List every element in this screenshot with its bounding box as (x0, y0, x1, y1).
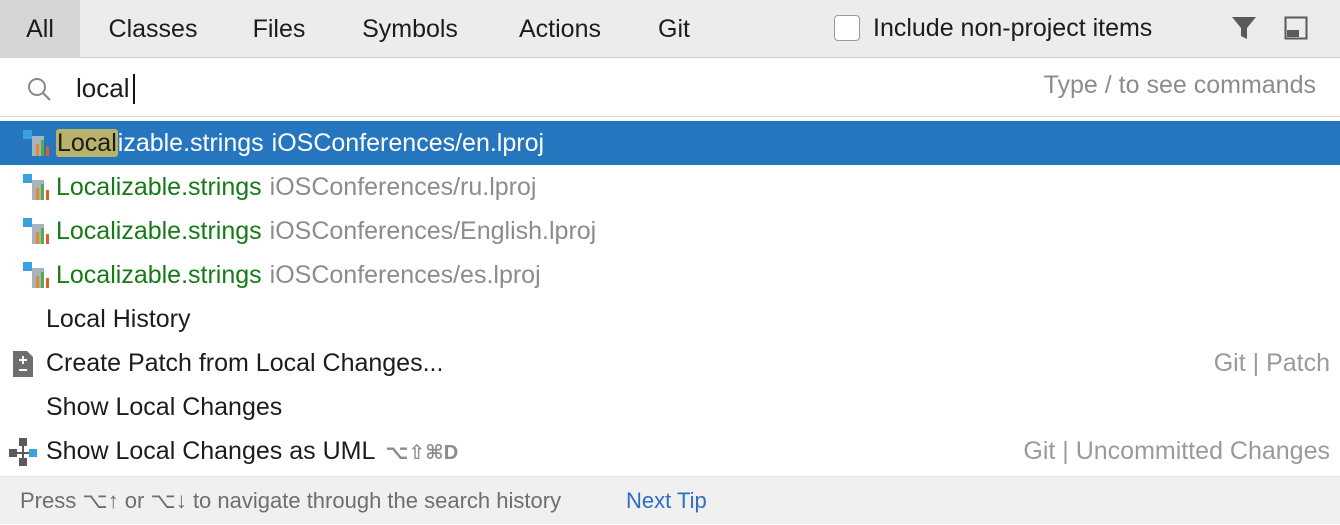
search-everywhere-tabs: All Classes Files Symbols Actions Git In… (0, 0, 1340, 58)
tip-text: Press ⌥↑ or ⌥↓ to navigate through the s… (20, 488, 562, 513)
tab-files[interactable]: Files (238, 0, 320, 58)
action-create-patch[interactable]: Create Patch from Local Changes... Git |… (0, 341, 1340, 385)
file-path: iOSConferences/en.lproj (271, 129, 545, 157)
uml-diagram-icon (9, 438, 37, 466)
results-list: Localizable.strings iOSConferences/en.lpr… (0, 121, 1340, 473)
action-label: Local History (46, 305, 191, 333)
file-name-rest: izable.strings (117, 129, 264, 157)
list-item[interactable]: Localizable.strings iOSConferences/Englis… (0, 209, 1340, 253)
action-group: Git | Patch (1213, 349, 1330, 377)
text-caret (133, 74, 135, 104)
file-name: Localizable.strings (56, 261, 262, 289)
action-local-history[interactable]: Local History (0, 297, 1340, 341)
footer-tip-bar: Press ⌥↑ or ⌥↓ to navigate through the s… (0, 476, 1340, 524)
strings-file-icon (23, 218, 49, 244)
tab-classes[interactable]: Classes (92, 0, 214, 58)
next-tip-link[interactable]: Next Tip (626, 477, 707, 525)
pin-window-icon[interactable] (1284, 16, 1308, 40)
list-item[interactable]: Localizable.strings iOSConferences/es.lpr… (0, 253, 1340, 297)
strings-file-icon (23, 174, 49, 200)
match-highlight: Local (56, 129, 118, 157)
include-non-project-label: Include non-project items (873, 13, 1153, 42)
list-item[interactable]: Localizable.strings iOSConferences/ru.lpr… (0, 165, 1340, 209)
file-path: iOSConferences/English.lproj (269, 217, 597, 245)
search-input[interactable] (76, 70, 776, 106)
tab-actions[interactable]: Actions (500, 0, 620, 58)
file-name: Localizable.strings (56, 173, 262, 201)
tab-git[interactable]: Git (644, 0, 704, 58)
file-name: Localizable.strings (56, 217, 262, 245)
search-bar: Type / to see commands (0, 59, 1340, 117)
action-show-local-changes-uml[interactable]: Show Local Changes as UML ⌥⇧⌘D Git | Unco… (0, 429, 1340, 473)
search-icon (28, 78, 51, 101)
strings-file-icon (23, 130, 49, 156)
list-item[interactable]: Localizable.strings iOSConferences/en.lpr… (0, 121, 1340, 165)
strings-file-icon (23, 262, 49, 288)
include-non-project-checkbox[interactable] (834, 15, 860, 41)
patch-icon (13, 351, 33, 377)
commands-hint: Type / to see commands (1043, 71, 1316, 99)
action-label: Create Patch from Local Changes... (46, 349, 444, 377)
keyboard-shortcut: ⌥⇧⌘D (385, 442, 459, 464)
tab-all[interactable]: All (0, 0, 80, 58)
file-path: iOSConferences/ru.lproj (269, 173, 537, 201)
action-label: Show Local Changes (46, 393, 283, 421)
action-group: Git | Uncommitted Changes (1023, 437, 1330, 465)
file-path: iOSConferences/es.lproj (269, 261, 541, 289)
action-label: Show Local Changes as UML (46, 437, 376, 465)
tab-symbols[interactable]: Symbols (344, 0, 476, 58)
filter-icon[interactable] (1230, 15, 1258, 41)
include-non-project-toggle[interactable]: Include non-project items (834, 12, 1152, 44)
action-show-local-changes[interactable]: Show Local Changes (0, 385, 1340, 429)
